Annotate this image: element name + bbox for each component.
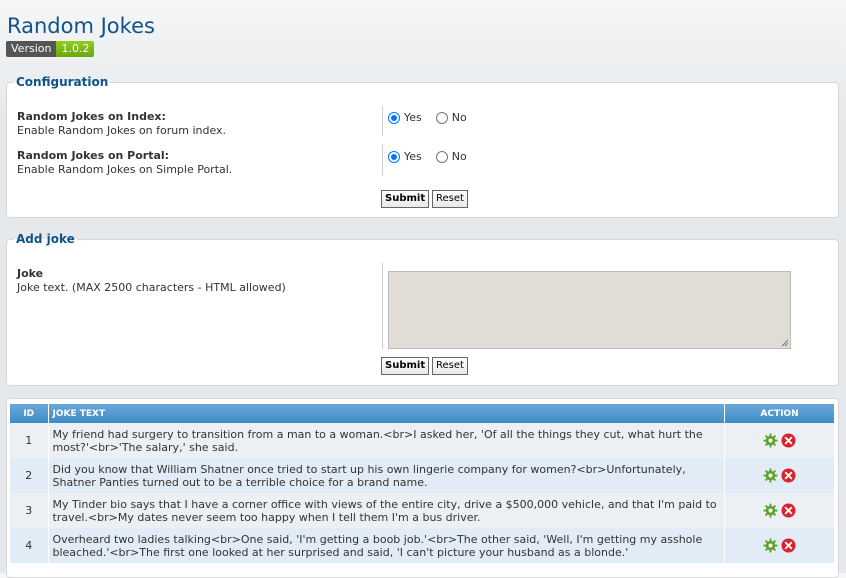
index-no-radio[interactable] bbox=[435, 111, 448, 124]
resize-grip-icon[interactable] bbox=[781, 339, 789, 347]
joke-field-label: Joke Joke text. (MAX 2500 characters - H… bbox=[17, 267, 286, 294]
joke-id: 4 bbox=[10, 528, 49, 563]
table-row: 1 My friend had surgery to transition fr… bbox=[10, 423, 835, 458]
table-row: 4 Overheard two ladies talking<br>One sa… bbox=[10, 528, 835, 563]
portal-setting-title: Random Jokes on Portal: bbox=[17, 149, 170, 162]
config-reset-button[interactable]: Reset bbox=[432, 190, 468, 208]
version-label: Version bbox=[6, 41, 57, 57]
configuration-panel: Configuration Random Jokes on Index: Ena… bbox=[6, 75, 839, 218]
gear-icon[interactable] bbox=[763, 468, 778, 483]
joke-text: My Tinder bio says that I have a corner … bbox=[48, 493, 725, 528]
table-row: 3 My Tinder bio says that I have a corne… bbox=[10, 493, 835, 528]
divider bbox=[382, 263, 383, 349]
index-setting-title: Random Jokes on Index: bbox=[17, 110, 166, 123]
joke-actions bbox=[724, 528, 835, 563]
index-yes-radio[interactable] bbox=[388, 111, 400, 124]
jokes-table: ID JOKE TEXT ACTION 1 My friend had surg… bbox=[10, 404, 835, 563]
joke-id: 2 bbox=[10, 458, 49, 493]
joke-actions bbox=[724, 423, 835, 458]
portal-yes-radio[interactable] bbox=[388, 150, 400, 163]
joke-id: 3 bbox=[10, 493, 49, 528]
joke-text: My friend had surgery to transition from… bbox=[48, 423, 725, 458]
portal-no-option[interactable]: No bbox=[435, 150, 467, 163]
index-setting-label: Random Jokes on Index: Enable Random Jok… bbox=[17, 110, 226, 137]
portal-yes-option[interactable]: Yes bbox=[388, 150, 422, 163]
index-setting-radios: Yes No bbox=[388, 111, 481, 124]
joke-text-column-header[interactable]: JOKE TEXT bbox=[48, 404, 725, 423]
delete-icon[interactable] bbox=[781, 538, 796, 553]
page-title: Random Jokes bbox=[7, 14, 155, 38]
table-header-row: ID JOKE TEXT ACTION bbox=[10, 404, 835, 423]
index-no-option[interactable]: No bbox=[435, 111, 467, 124]
joke-text: Did you know that William Shatner once t… bbox=[48, 458, 725, 493]
joke-field-title: Joke bbox=[17, 267, 44, 280]
add-submit-button[interactable]: Submit bbox=[381, 357, 430, 375]
version-value: 1.0.2 bbox=[56, 41, 95, 57]
id-column-header[interactable]: ID bbox=[10, 404, 49, 423]
jokes-table-panel: ID JOKE TEXT ACTION 1 My friend had surg… bbox=[6, 398, 839, 578]
delete-icon[interactable] bbox=[781, 503, 796, 518]
index-no-label: No bbox=[451, 111, 467, 124]
divider bbox=[382, 145, 383, 175]
divider bbox=[382, 106, 383, 136]
portal-no-radio[interactable] bbox=[435, 150, 448, 163]
gear-icon[interactable] bbox=[763, 503, 778, 518]
version-badge: Version 1.0.2 bbox=[6, 41, 95, 57]
portal-setting-desc: Enable Random Jokes on Simple Portal. bbox=[17, 163, 233, 176]
action-column-header: ACTION bbox=[724, 404, 835, 423]
joke-textarea[interactable] bbox=[388, 271, 791, 349]
portal-setting-radios: Yes No bbox=[388, 150, 481, 163]
gear-icon[interactable] bbox=[763, 538, 778, 553]
joke-id: 1 bbox=[10, 423, 49, 458]
joke-text: Overheard two ladies talking<br>One said… bbox=[48, 528, 725, 563]
add-joke-legend: Add joke bbox=[16, 232, 75, 246]
add-reset-button[interactable]: Reset bbox=[432, 357, 468, 375]
gear-icon[interactable] bbox=[763, 433, 778, 448]
index-yes-label: Yes bbox=[404, 111, 422, 124]
delete-icon[interactable] bbox=[781, 433, 796, 448]
joke-actions bbox=[724, 493, 835, 528]
index-yes-option[interactable]: Yes bbox=[388, 111, 422, 124]
config-submit-button[interactable]: Submit bbox=[381, 190, 430, 208]
portal-setting-label: Random Jokes on Portal: Enable Random Jo… bbox=[17, 149, 232, 176]
table-row: 2 Did you know that William Shatner once… bbox=[10, 458, 835, 493]
add-joke-panel: Add joke Joke Joke text. (MAX 2500 chara… bbox=[6, 232, 839, 386]
index-setting-desc: Enable Random Jokes on forum index. bbox=[17, 124, 227, 137]
portal-yes-label: Yes bbox=[404, 150, 422, 163]
delete-icon[interactable] bbox=[781, 468, 796, 483]
configuration-legend: Configuration bbox=[16, 75, 109, 89]
joke-field-desc: Joke text. (MAX 2500 characters - HTML a… bbox=[17, 281, 286, 294]
joke-actions bbox=[724, 458, 835, 493]
portal-no-label: No bbox=[451, 150, 467, 163]
